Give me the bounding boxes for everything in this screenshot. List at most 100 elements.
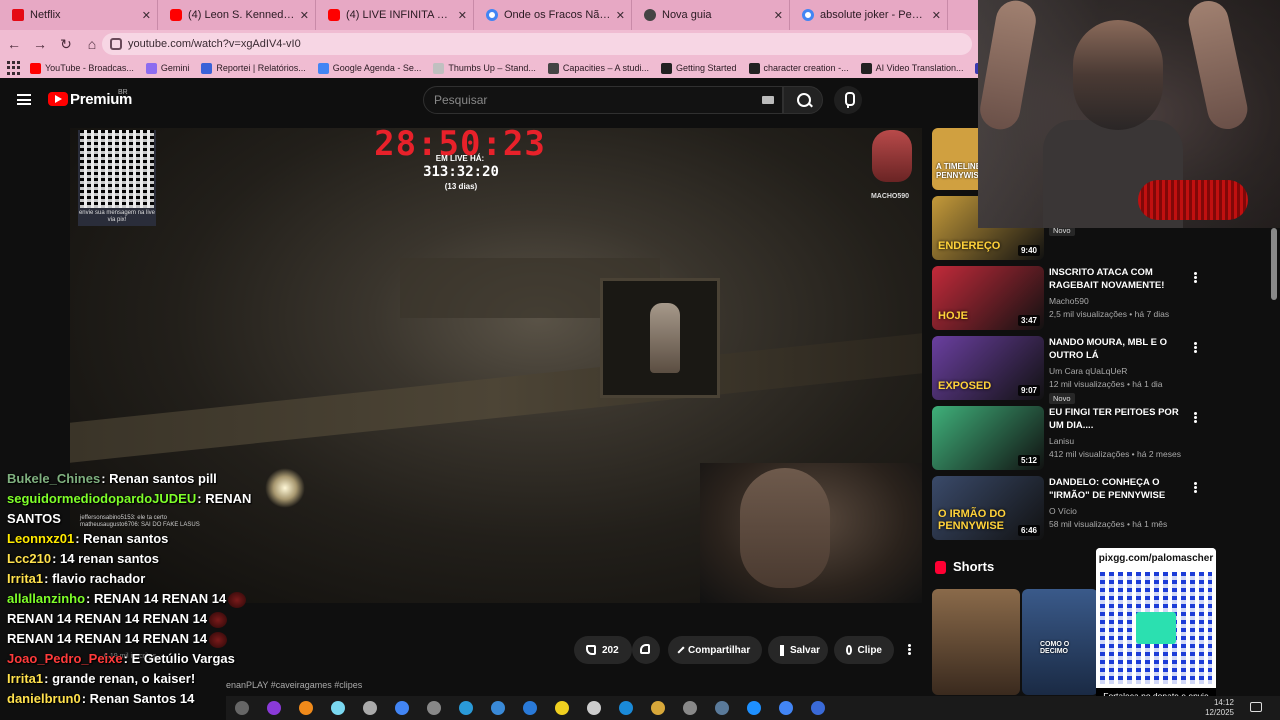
browser-tab[interactable]: (4) LIVE INFINITA DO RENANPLAY ✕ [316,0,474,30]
bookmark-label: Capacities – A studi... [562,63,649,73]
video-thumbnail[interactable]: EXPOSED 9:07 [932,336,1044,400]
taskbar-app-icon[interactable] [679,699,701,717]
keyboard-icon[interactable] [762,96,774,104]
taskbar-app-icon[interactable] [711,699,733,717]
apps-grid-icon[interactable] [7,61,20,75]
back-icon[interactable]: ← [2,32,26,56]
chat-username: danielbrun0 [7,691,81,706]
bookmark-favicon-icon [547,62,559,74]
bookmark-item[interactable]: Gemini [145,62,189,74]
taskbar-app-icon[interactable] [647,699,669,717]
taskbar-app-icon[interactable] [231,699,253,717]
bookmark-item[interactable]: YouTube - Broadcas... [30,62,134,74]
shorts-icon [935,561,946,574]
more-options-icon[interactable] [1194,342,1197,345]
browser-tab[interactable]: Onde os Fracos Não Têm Vez (2007) ✕ [474,0,632,30]
video-title[interactable]: INSCRITO ATACA COM RAGEBAIT NOVAMENTE! [1049,266,1179,292]
close-tab-icon[interactable]: ✕ [458,9,467,22]
more-options-icon[interactable] [1194,412,1197,415]
taskbar-app-icon[interactable] [743,699,765,717]
taskbar-app-icon[interactable] [519,699,541,717]
tab-title: Netflix [30,9,61,21]
bookmark-item[interactable]: Capacities – A studi... [547,62,649,74]
short-thumbnail[interactable]: COMO O DECIMO [1022,589,1098,695]
bookmark-item[interactable]: Getting Started [660,62,737,74]
more-options-icon[interactable] [1194,482,1197,485]
close-tab-icon[interactable]: ✕ [142,9,151,22]
microphone-icon [1138,180,1248,220]
video-thumbnail[interactable]: O IRMÃO DO PENNYWISE 6:46 [932,476,1044,540]
taskbar-app-icon[interactable] [455,699,477,717]
channel-name[interactable]: O Vício [1049,506,1077,516]
bookmark-item[interactable]: AI Video Translation... [860,62,963,74]
menu-icon[interactable] [17,94,31,105]
chat-text: RENAN 14 RENAN 14 RENAN 14 [7,611,208,626]
youtube-logo-icon[interactable] [48,92,68,106]
taskbar-app-icon[interactable] [583,699,605,717]
channel-name[interactable]: Lanisu [1049,436,1074,446]
browser-tab[interactable]: Nova guia ✕ [632,0,790,30]
forward-icon[interactable]: → [28,32,52,56]
more-actions-button[interactable] [899,636,921,664]
taskbar-app-icon[interactable] [327,699,349,717]
chat-text: grande renan, o kaiser! [52,671,196,686]
reload-icon[interactable]: ↻ [54,32,78,56]
close-tab-icon[interactable]: ✕ [932,9,941,22]
channel-name[interactable]: Macho590 [1049,296,1089,306]
video-title[interactable]: EU FINGI TER PEITOES POR UM DIA.... [1049,406,1179,432]
taskbar-app-icon[interactable] [775,699,797,717]
save-label: Salvar [790,644,821,656]
home-icon[interactable]: ⌂ [80,32,104,56]
voice-search-button[interactable] [834,86,862,114]
channel-name[interactable]: Um Cara qUaLqUeR [1049,366,1127,376]
notification-icon[interactable] [1250,702,1262,712]
bookmark-item[interactable]: character creation -... [748,62,849,74]
video-title[interactable]: NANDO MOURA, MBL E O OUTRO LÁ [1049,336,1179,362]
browser-tab[interactable]: absolute joker - Pesquisa Google ✕ [790,0,948,30]
dislike-button[interactable] [632,636,660,664]
save-button[interactable]: Salvar [768,636,828,664]
video-meta: 12 mil visualizações • há 1 dia [1049,379,1163,389]
browser-tab[interactable]: (4) Leon S. Kennedy 3 - YouTube ✕ [158,0,316,30]
system-clock[interactable]: 14:12 12/2025 [1205,698,1234,718]
video-title[interactable]: DANDELO: CONHEÇA O "IRMÃO" DE PENNYWISE [1049,476,1179,502]
taskbar-app-icon[interactable] [423,699,445,717]
taskbar-app-icon[interactable] [359,699,381,717]
chat-message: allallanzinho: RENAN 14 RENAN 14 [7,589,337,609]
bookmark-item[interactable]: Google Agenda - Se... [317,62,421,74]
close-tab-icon[interactable]: ✕ [300,9,309,22]
video-meta: 2,5 mil visualizações • há 7 dias [1049,309,1170,319]
chat-message: RENAN 14 RENAN 14 RENAN 14 [7,629,337,649]
share-button[interactable]: Compartilhar [668,636,762,664]
taskbar-app-icon[interactable] [487,699,509,717]
more-options-icon[interactable] [1194,272,1197,275]
bookmark-item[interactable]: Thumbs Up – Stand... [433,62,536,74]
taskbar-app-icon[interactable] [263,699,285,717]
close-tab-icon[interactable]: ✕ [616,9,625,22]
recommendation-item[interactable]: EXPOSED 9:07 NANDO MOURA, MBL E O OUTRO LÁ… [932,336,1197,404]
video-thumbnail[interactable]: 5:12 [932,406,1044,470]
app-icon [491,701,505,715]
search-button[interactable] [783,86,823,114]
taskbar-app-icon[interactable] [807,699,829,717]
taskbar-app-icon[interactable] [391,699,413,717]
taskbar-app-icon[interactable] [295,699,317,717]
like-button[interactable]: 202 [574,636,632,664]
recommendation-item[interactable]: O IRMÃO DO PENNYWISE 6:46 DANDELO: CONHEÇA… [932,476,1197,540]
bookmark-label: character creation -... [763,63,849,73]
browser-tab[interactable]: Netflix ✕ [0,0,158,30]
recommendation-item[interactable]: HOJE 3:47 INSCRITO ATACA COM RAGEBAIT NOVA… [932,266,1197,330]
video-thumbnail[interactable]: HOJE 3:47 [932,266,1044,330]
close-tab-icon[interactable]: ✕ [774,9,783,22]
recommendation-thumb-partial[interactable]: A TIMELINE PENNYWISE [932,128,978,190]
taskbar-app-icon[interactable] [615,699,637,717]
recommendation-item[interactable]: 5:12 EU FINGI TER PEITOES POR UM DIA.... L… [932,406,1197,470]
short-thumbnail[interactable] [932,589,1020,695]
clip-button[interactable]: Clipe [834,636,894,664]
url-field[interactable]: youtube.com/watch?v=xgAdIV4-vI0 [102,33,972,55]
search-input[interactable]: Pesquisar [423,86,783,114]
site-settings-icon[interactable] [110,38,122,50]
taskbar-app-icon[interactable] [551,699,573,717]
sidebar-scrollbar[interactable] [1271,228,1277,300]
bookmark-item[interactable]: Reportei | Relatórios... [201,62,306,74]
